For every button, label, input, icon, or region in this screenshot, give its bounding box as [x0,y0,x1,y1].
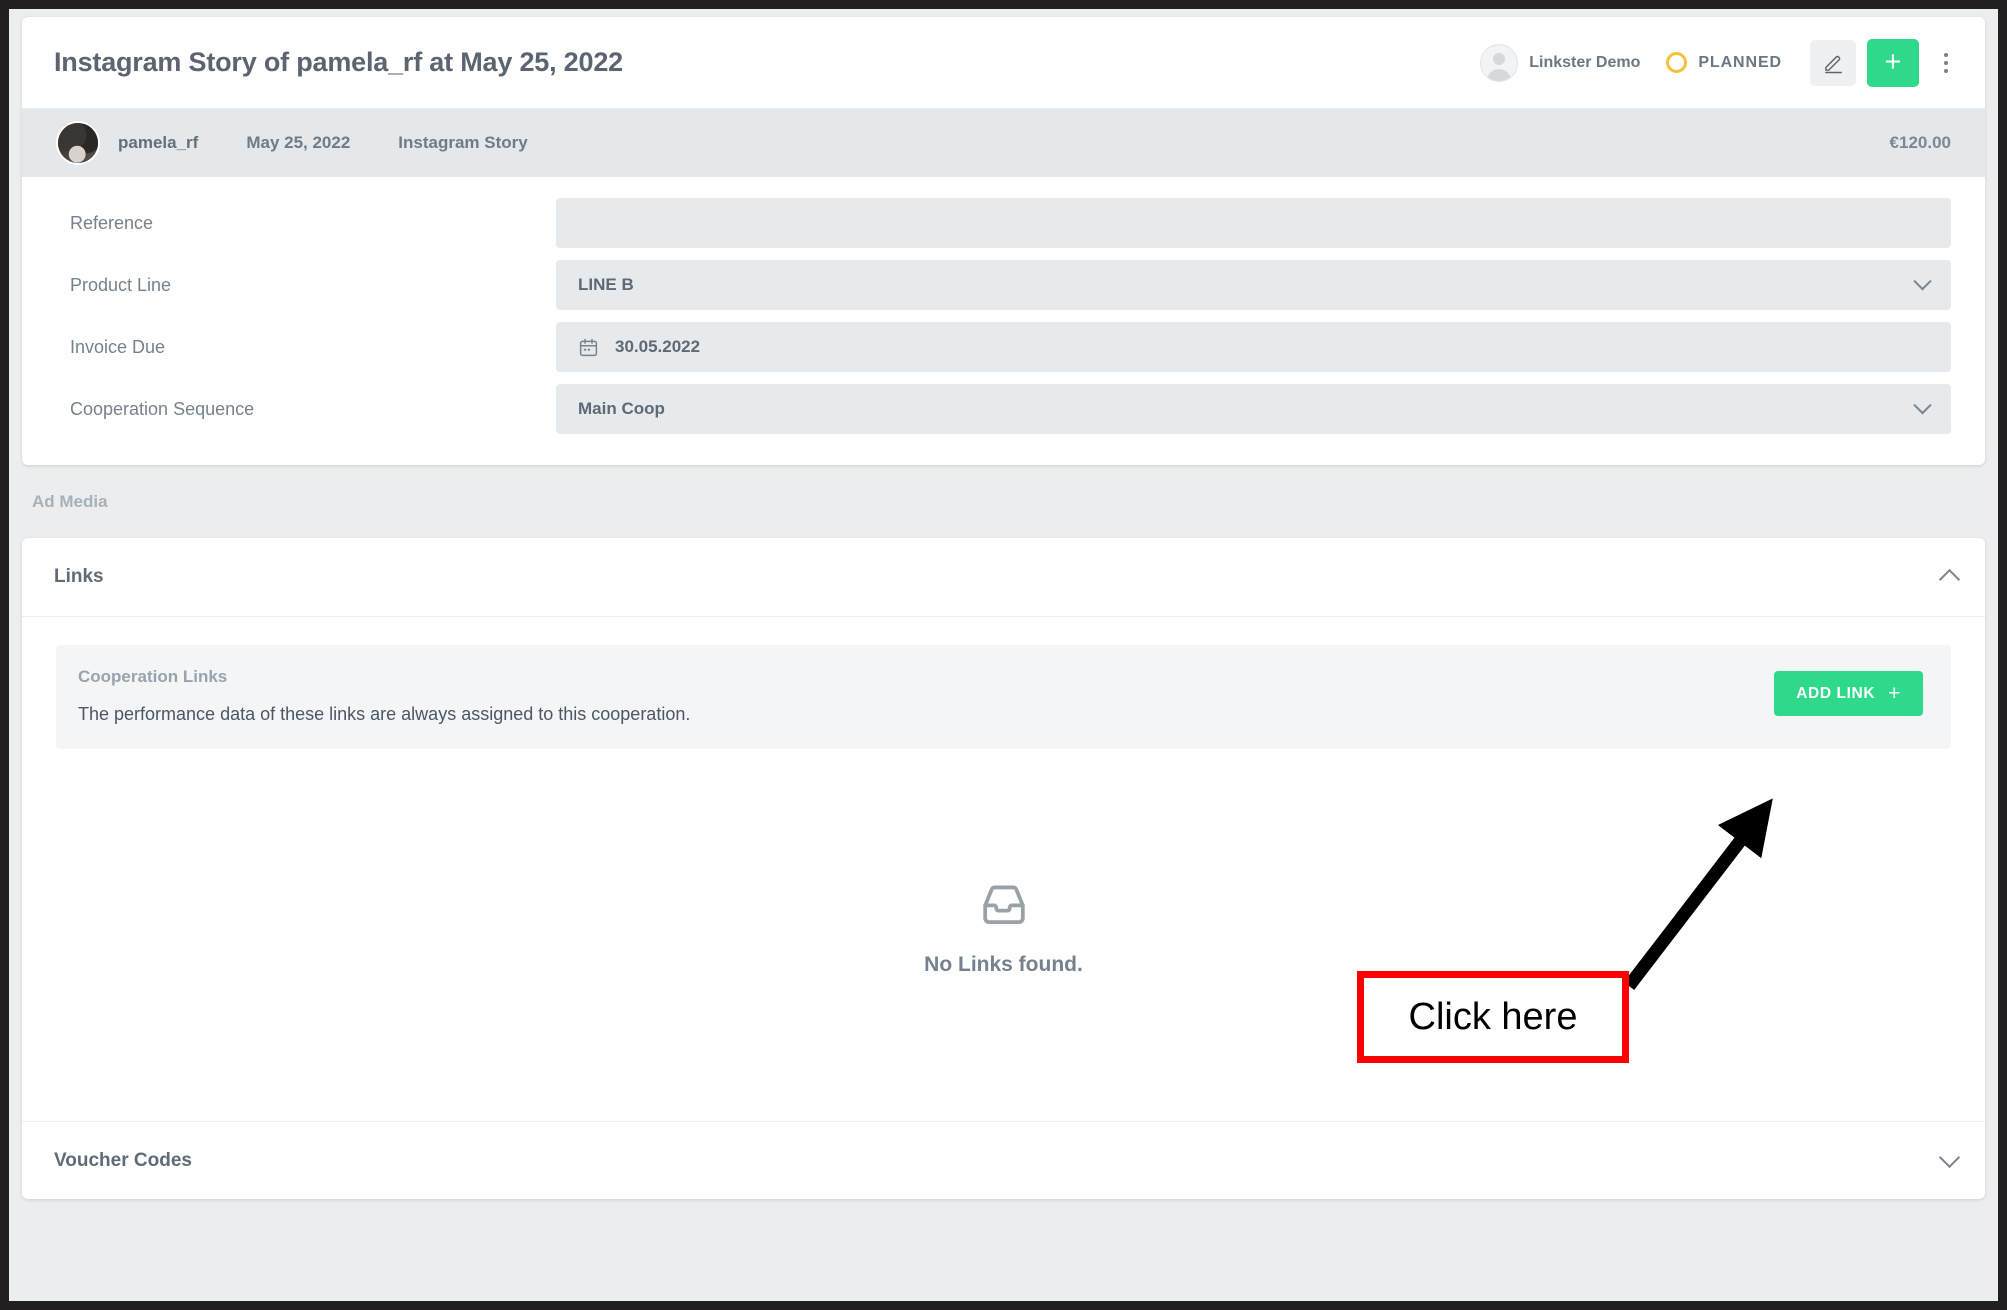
influencer-avatar [56,121,100,165]
kebab-dot [1944,60,1948,65]
cooperation-links-panel: Cooperation Links The performance data o… [56,645,1951,749]
cooperation-price: €120.00 [1889,133,1951,152]
cooperation-links-title: Cooperation Links [78,667,228,686]
product-line-value: LINE B [578,275,634,294]
calendar-icon [578,337,599,358]
page-title: Instagram Story of pamela_rf at May 25, … [54,47,623,77]
chevron-down-icon [1913,395,1932,414]
edit-button[interactable] [1810,39,1856,86]
chevron-down-icon[interactable] [1938,1146,1961,1169]
owner-name: Linkster Demo [1529,53,1641,71]
kebab-dot [1944,52,1948,57]
inbox-icon [978,882,1030,933]
screenshot-frame: Instagram Story of pamela_rf at May 25, … [0,0,2007,1310]
links-empty-state: No Links found. [22,882,1985,977]
kebab-dot [1944,68,1948,73]
invoice-due-value: 30.05.2022 [615,337,701,356]
label-product-line: Product Line [70,274,172,295]
links-accordion-body: Cooperation Links The performance data o… [22,616,1985,1121]
status-badge: PLANNED [1666,52,1782,73]
links-card: Links Cooperation Links The performance … [22,538,1985,1199]
cooperation-detail-card: Instagram Story of pamela_rf at May 25, … [22,17,1985,465]
invoice-due-datepicker[interactable]: 30.05.2022 [556,322,1951,372]
form-row-invoice-due: Invoice Due 30.05.2022 [56,321,1951,373]
product-line-select[interactable]: LINE B [556,260,1951,310]
ad-media-section-label: Ad Media [32,492,108,511]
cooperation-sequence-select[interactable]: Main Coop [556,384,1951,434]
page-root: Instagram Story of pamela_rf at May 25, … [9,9,1998,1301]
owner-avatar-icon [1480,43,1519,82]
form-row-cooperation-sequence: Cooperation Sequence Main Coop [56,383,1951,435]
more-options-button[interactable] [1929,40,1963,86]
voucher-codes-title: Voucher Codes [54,1149,192,1171]
add-link-button[interactable]: ADD LINK + [1774,671,1923,716]
form-row-product-line: Product Line LINE B [56,259,1951,311]
voucher-codes-accordion-header[interactable]: Voucher Codes [22,1121,1985,1199]
add-link-label: ADD LINK [1796,684,1876,702]
cooperation-date: May 25, 2022 [246,133,351,152]
header-actions: Linkster Demo PLANNED + [1480,38,1963,87]
status-label: PLANNED [1698,53,1782,71]
reference-input[interactable] [556,198,1951,248]
label-reference: Reference [70,212,154,233]
card-header: Instagram Story of pamela_rf at May 25, … [22,17,1985,109]
empty-state-text: No Links found. [924,953,1083,976]
plus-icon: + [1884,46,1902,78]
cooperation-links-text: Cooperation Links The performance data o… [78,667,690,725]
cooperation-summary-bar: pamela_rf May 25, 2022 Instagram Story €… [22,109,1985,177]
chevron-down-icon [1913,271,1932,290]
links-accordion-header[interactable]: Links [22,538,1985,616]
cooperation-channel: Instagram Story [398,133,528,152]
cooperation-links-description: The performance data of these links are … [78,704,691,724]
cooperation-sequence-value: Main Coop [578,399,665,418]
links-title: Links [54,566,104,587]
status-circle-icon [1666,52,1688,73]
plus-icon: + [1888,682,1901,705]
influencer-username: pamela_rf [118,133,199,152]
owner-info: Linkster Demo [1480,43,1641,82]
label-cooperation-sequence: Cooperation Sequence [70,398,255,419]
form-row-reference: Reference [56,197,1951,249]
pencil-icon [1824,55,1842,74]
cooperation-form: Reference Product Line LINE B Invoice Du… [22,177,1985,465]
add-button[interactable]: + [1867,38,1919,87]
chevron-up-icon[interactable] [1938,568,1961,591]
label-invoice-due: Invoice Due [70,336,166,357]
